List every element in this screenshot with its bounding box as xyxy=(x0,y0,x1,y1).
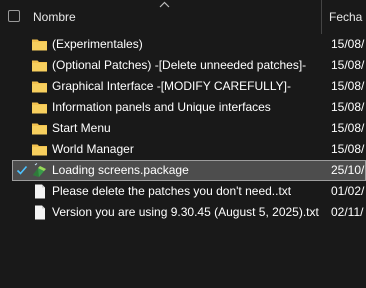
item-name: (Optional Patches) -[Delete unneeded pat… xyxy=(52,58,307,72)
folder-icon xyxy=(32,144,47,156)
item-name: Loading screens.package xyxy=(52,163,189,177)
item-date: 15/08/ xyxy=(331,37,365,51)
item-name: World Manager xyxy=(52,142,134,156)
list-item[interactable]: Please delete the patches you don't need… xyxy=(12,181,366,202)
package-icon xyxy=(33,163,46,177)
item-date: 02/11/ xyxy=(331,205,364,219)
item-name: (Experimentales) xyxy=(52,37,143,51)
folder-icon xyxy=(32,102,47,114)
sort-chevron-up-icon xyxy=(159,1,170,8)
list-item[interactable]: Version you are using 9.30.45 (August 5,… xyxy=(12,202,366,223)
item-name: Information panels and Unique interfaces xyxy=(52,100,271,114)
column-header-name[interactable]: Nombre xyxy=(33,10,76,24)
item-date: 15/08/ xyxy=(331,58,365,72)
list-item[interactable]: Start Menu 15/08/ xyxy=(12,118,366,139)
item-date: 01/02/ xyxy=(331,184,365,198)
column-separator[interactable] xyxy=(321,0,322,34)
list-item-selected[interactable]: Loading screens.package 25/10/ xyxy=(12,160,366,181)
folder-icon xyxy=(32,39,47,51)
checkmark-icon[interactable] xyxy=(16,164,28,176)
text-file-icon xyxy=(35,205,45,220)
item-date: 25/10/ xyxy=(331,163,365,177)
item-date: 15/08/ xyxy=(331,79,365,93)
folder-icon xyxy=(32,123,47,135)
list-item[interactable]: Graphical Interface -[MODIFY CAREFULLY]-… xyxy=(12,76,366,97)
folder-icon xyxy=(32,60,47,72)
select-all-checkbox[interactable] xyxy=(8,10,20,22)
item-name: Please delete the patches you don't need… xyxy=(52,184,292,198)
column-header: Nombre Fecha xyxy=(0,0,366,34)
item-name: Start Menu xyxy=(52,121,111,135)
item-date: 15/08/ xyxy=(331,142,365,156)
column-header-date[interactable]: Fecha xyxy=(329,10,362,24)
item-name: Version you are using 9.30.45 (August 5,… xyxy=(52,205,319,219)
list-item[interactable]: World Manager 15/08/ xyxy=(12,139,366,160)
item-name: Graphical Interface -[MODIFY CAREFULLY]- xyxy=(52,79,291,93)
list-item[interactable]: (Optional Patches) -[Delete unneeded pat… xyxy=(12,55,366,76)
list-item[interactable]: Information panels and Unique interfaces… xyxy=(12,97,366,118)
folder-icon xyxy=(32,81,47,93)
list-item[interactable]: (Experimentales) 15/08/ xyxy=(12,34,366,55)
text-file-icon xyxy=(35,184,45,199)
item-date: 15/08/ xyxy=(331,121,365,135)
item-date: 15/08/ xyxy=(331,100,365,114)
